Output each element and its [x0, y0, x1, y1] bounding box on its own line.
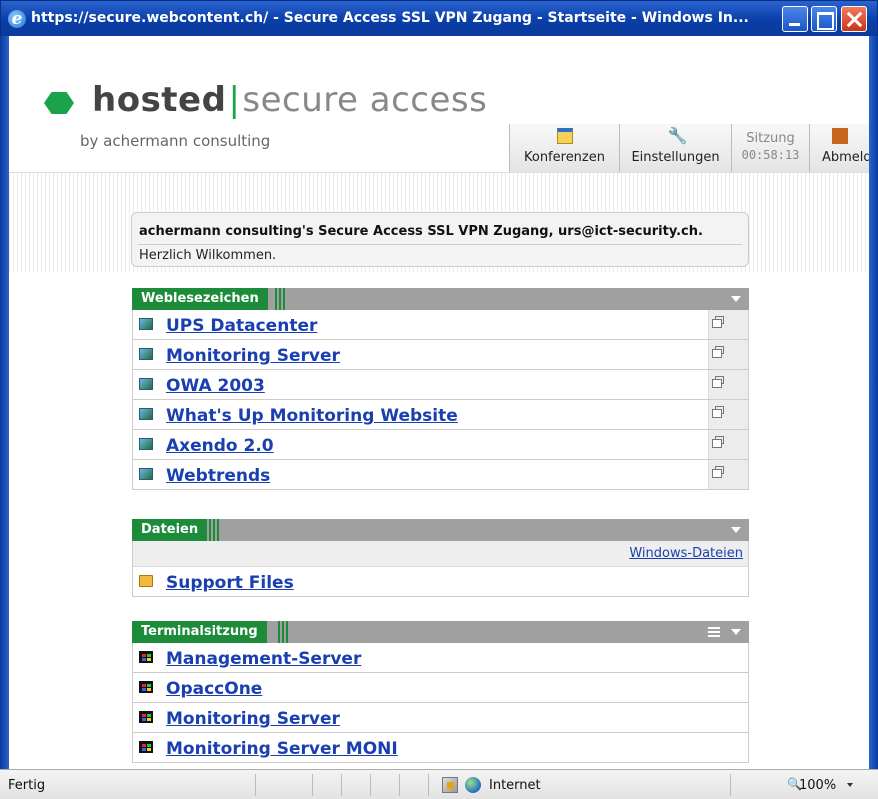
grip-handle: [209, 519, 219, 541]
list-item[interactable]: Webtrends: [132, 460, 749, 490]
open-new-window-icon[interactable]: [712, 316, 724, 328]
open-new-window-icon[interactable]: [712, 436, 724, 448]
zoom-dropdown-icon[interactable]: [847, 783, 853, 787]
terminal-session-icon: [139, 711, 153, 723]
bookmark-link[interactable]: Monitoring Server: [166, 346, 340, 366]
terminal-panel: Terminalsitzung Management-Server OpaccO…: [132, 621, 749, 763]
abmelden-button[interactable]: Abmeld: [809, 124, 869, 172]
window-title: https://secure.webcontent.ch/ - Secure A…: [31, 10, 749, 26]
open-new-window-icon[interactable]: [712, 346, 724, 358]
web-bookmark-icon: [139, 438, 153, 450]
collapse-arrow-icon[interactable]: [731, 296, 741, 302]
status-text: Fertig: [8, 778, 46, 793]
grip-handle: [278, 621, 288, 643]
calendar-icon: [556, 128, 573, 144]
list-item[interactable]: UPS Datacenter: [132, 310, 749, 340]
internet-explorer-icon: e: [8, 10, 26, 28]
files-panel: Dateien Windows-Dateien Support Files: [132, 519, 749, 597]
bookmarks-panel-header: Weblesezeichen: [132, 288, 749, 310]
open-new-window-icon[interactable]: [712, 406, 724, 418]
security-zone-label: Internet: [489, 778, 541, 793]
logo-text: hosted|secure access: [92, 80, 488, 120]
terminal-link[interactable]: Monitoring Server: [166, 709, 340, 729]
list-item[interactable]: Axendo 2.0: [132, 430, 749, 460]
web-bookmark-icon: [139, 378, 153, 390]
maximize-button[interactable]: [811, 6, 837, 32]
minimize-button[interactable]: [782, 6, 808, 32]
terminal-link[interactable]: OpaccOne: [166, 679, 262, 699]
close-button[interactable]: [841, 6, 867, 32]
web-bookmark-icon: [139, 318, 153, 330]
bookmark-link[interactable]: Webtrends: [166, 466, 270, 486]
collapse-arrow-icon[interactable]: [731, 527, 741, 533]
grip-handle: [275, 288, 285, 310]
web-bookmark-icon: [139, 348, 153, 360]
terminal-link[interactable]: Management-Server: [166, 649, 361, 669]
open-new-window-icon[interactable]: [712, 466, 724, 478]
security-lock-icon[interactable]: [442, 777, 458, 793]
web-bookmark-icon: [139, 408, 153, 420]
bookmark-link[interactable]: UPS Datacenter: [166, 316, 317, 336]
terminal-session-icon: [139, 681, 153, 693]
terminal-panel-title: Terminalsitzung: [132, 621, 267, 643]
einstellungen-button[interactable]: 🔧 Einstellungen: [619, 124, 731, 172]
logo-subtitle: by achermann consulting: [80, 132, 271, 150]
status-bar: Fertig Internet 🔍 100%: [0, 769, 878, 799]
welcome-text: Herzlich Wilkommen.: [139, 248, 277, 263]
window-frame-right: [869, 36, 878, 769]
session-timer: Sitzung 00:58:13: [731, 124, 809, 172]
bookmarks-panel: Weblesezeichen UPS Datacenter Monitoring…: [132, 288, 749, 490]
terminal-link[interactable]: Monitoring Server MONI: [166, 739, 398, 759]
files-toolbar: Windows-Dateien: [132, 541, 749, 567]
files-panel-header: Dateien: [132, 519, 749, 541]
window-titlebar[interactable]: e https://secure.webcontent.ch/ - Secure…: [0, 0, 878, 36]
page-content: hosted|secure access by achermann consul…: [9, 36, 869, 769]
bookmark-link[interactable]: What's Up Monitoring Website: [166, 406, 458, 426]
welcome-box: achermann consulting's Secure Access SSL…: [131, 212, 749, 267]
welcome-heading: achermann consulting's Secure Access SSL…: [139, 224, 703, 239]
list-item[interactable]: OpaccOne: [132, 673, 749, 703]
web-bookmark-icon: [139, 468, 153, 480]
bookmark-link[interactable]: Axendo 2.0: [166, 436, 274, 456]
folder-icon: [139, 575, 153, 587]
list-item[interactable]: Monitoring Server: [132, 703, 749, 733]
top-navigation: Konferenzen 🔧 Einstellungen Sitzung 00:5…: [509, 124, 869, 172]
terminal-panel-header: Terminalsitzung: [132, 621, 749, 643]
internet-zone-icon: [465, 777, 481, 793]
terminal-session-icon: [139, 651, 153, 663]
door-icon: [831, 128, 848, 144]
windows-files-link[interactable]: Windows-Dateien: [629, 546, 743, 561]
session-time: 00:58:13: [741, 148, 800, 162]
files-panel-title: Dateien: [132, 519, 208, 541]
wrench-icon: 🔧: [667, 126, 688, 145]
collapse-arrow-icon[interactable]: [731, 629, 741, 635]
list-item[interactable]: Support Files: [132, 567, 749, 597]
file-link[interactable]: Support Files: [166, 573, 294, 593]
list-item[interactable]: Management-Server: [132, 643, 749, 673]
list-item[interactable]: Monitoring Server MONI: [132, 733, 749, 763]
bookmark-link[interactable]: OWA 2003: [166, 376, 265, 396]
window-frame-left: [0, 36, 9, 769]
list-item[interactable]: OWA 2003: [132, 370, 749, 400]
logo-hexagon-icon: [44, 92, 74, 114]
open-new-window-icon[interactable]: [712, 376, 724, 388]
terminal-session-icon: [139, 741, 153, 753]
zoom-level[interactable]: 100%: [799, 778, 836, 793]
konferenzen-button[interactable]: Konferenzen: [509, 124, 619, 172]
list-item[interactable]: What's Up Monitoring Website: [132, 400, 749, 430]
bookmarks-panel-title: Weblesezeichen: [132, 288, 268, 310]
list-view-icon[interactable]: [708, 627, 720, 637]
list-item[interactable]: Monitoring Server: [132, 340, 749, 370]
